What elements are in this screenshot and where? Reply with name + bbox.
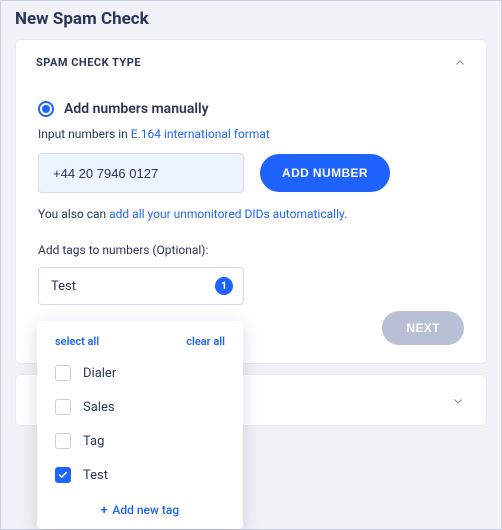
card-header-title: SPAM CHECK TYPE <box>36 56 141 69</box>
radio-label: Add numbers manually <box>64 101 209 117</box>
radio-icon <box>38 101 54 117</box>
tag-option[interactable]: Dialer <box>37 356 243 390</box>
hint-text: Input numbers in <box>38 127 131 141</box>
checkbox-icon <box>55 433 71 449</box>
checkbox-icon <box>55 365 71 381</box>
spam-check-type-card: SPAM CHECK TYPE Add numbers manually Inp… <box>15 39 487 364</box>
tag-option[interactable]: Test <box>37 458 243 492</box>
chevron-up-icon <box>454 57 466 69</box>
tag-option[interactable]: Sales <box>37 390 243 424</box>
chevron-down-icon <box>452 395 464 407</box>
next-button[interactable]: NEXT <box>382 311 464 345</box>
add-new-tag-label: Add new tag <box>112 503 179 517</box>
add-new-tag-button[interactable]: + Add new tag <box>37 492 243 521</box>
tags-count-badge: 1 <box>215 277 233 295</box>
auto-add-hint: You also can add all your unmonitored DI… <box>38 207 464 221</box>
tag-option-label: Test <box>83 468 108 483</box>
page-title: New Spam Check <box>1 1 501 39</box>
checkbox-icon <box>55 399 71 415</box>
phone-number-input[interactable] <box>38 153 244 193</box>
tags-dropdown: select all clear all DialerSalesTagTest … <box>37 321 243 529</box>
plus-icon: + <box>101 503 108 517</box>
tags-label: Add tags to numbers (Optional): <box>38 243 464 257</box>
tags-input-value: Test <box>51 279 76 294</box>
e164-link[interactable]: E.164 international format <box>131 127 270 141</box>
tag-option[interactable]: Tag <box>37 424 243 458</box>
auto-add-link[interactable]: add all your unmonitored DIDs automatica… <box>109 207 347 221</box>
select-all-link[interactable]: select all <box>55 335 99 348</box>
also-text-prefix: You also can <box>38 207 109 221</box>
checkbox-checked-icon <box>55 467 71 483</box>
tags-input[interactable]: Test 1 <box>38 267 244 305</box>
radio-add-manually[interactable]: Add numbers manually <box>38 101 464 117</box>
add-number-button[interactable]: ADD NUMBER <box>260 154 390 192</box>
tag-option-label: Dialer <box>83 366 116 381</box>
tag-option-label: Sales <box>83 400 115 415</box>
input-format-hint: Input numbers in E.164 international for… <box>38 127 464 141</box>
card-header[interactable]: SPAM CHECK TYPE <box>16 40 486 85</box>
clear-all-link[interactable]: clear all <box>186 335 225 348</box>
tag-option-label: Tag <box>83 434 104 449</box>
